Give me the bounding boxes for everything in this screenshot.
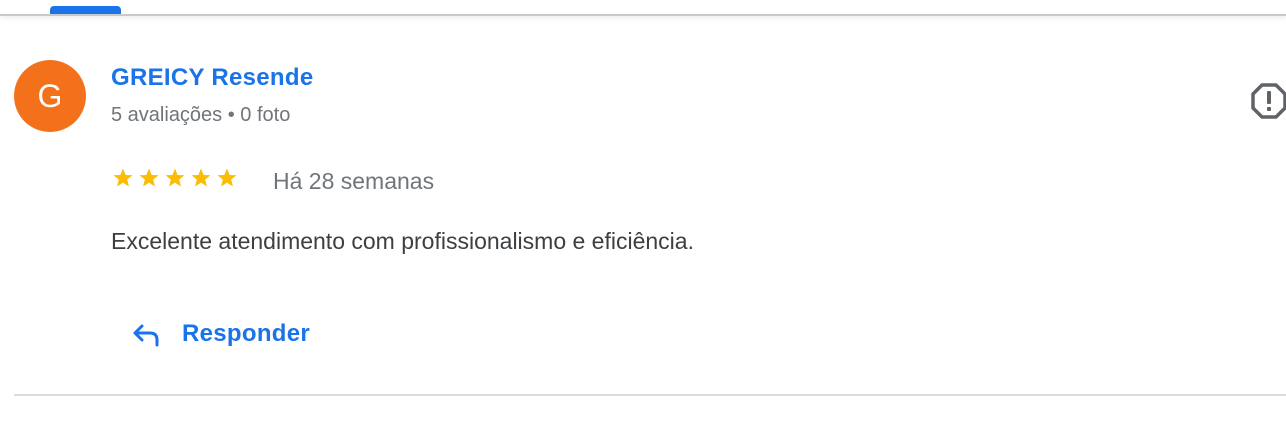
star-rating [111,166,239,190]
avatar-letter: G [37,77,63,114]
reply-button-label: Responder [182,320,311,347]
avatar[interactable]: G [14,60,86,132]
star-icon [217,168,237,187]
active-tab-indicator[interactable] [50,6,121,14]
divider [14,394,1286,396]
reviewer-name-link[interactable]: GREICY Resende [111,64,314,92]
reply-button[interactable]: Responder [118,308,322,360]
reviewer-meta: 5 avaliações • 0 foto [111,104,291,126]
star-icon [165,168,185,187]
top-tab-bar [0,0,1286,16]
star-icon [139,168,159,187]
star-icon [113,168,133,187]
star-icon [191,168,211,187]
reply-arrow-icon [130,318,162,350]
report-flag-icon[interactable] [1250,82,1286,120]
review-date: Há 28 semanas [273,168,435,194]
review-page: G GREICY Resende 5 avaliações • 0 foto H… [0,0,1286,434]
review-text: Excelente atendimento com profissionalis… [111,228,694,254]
